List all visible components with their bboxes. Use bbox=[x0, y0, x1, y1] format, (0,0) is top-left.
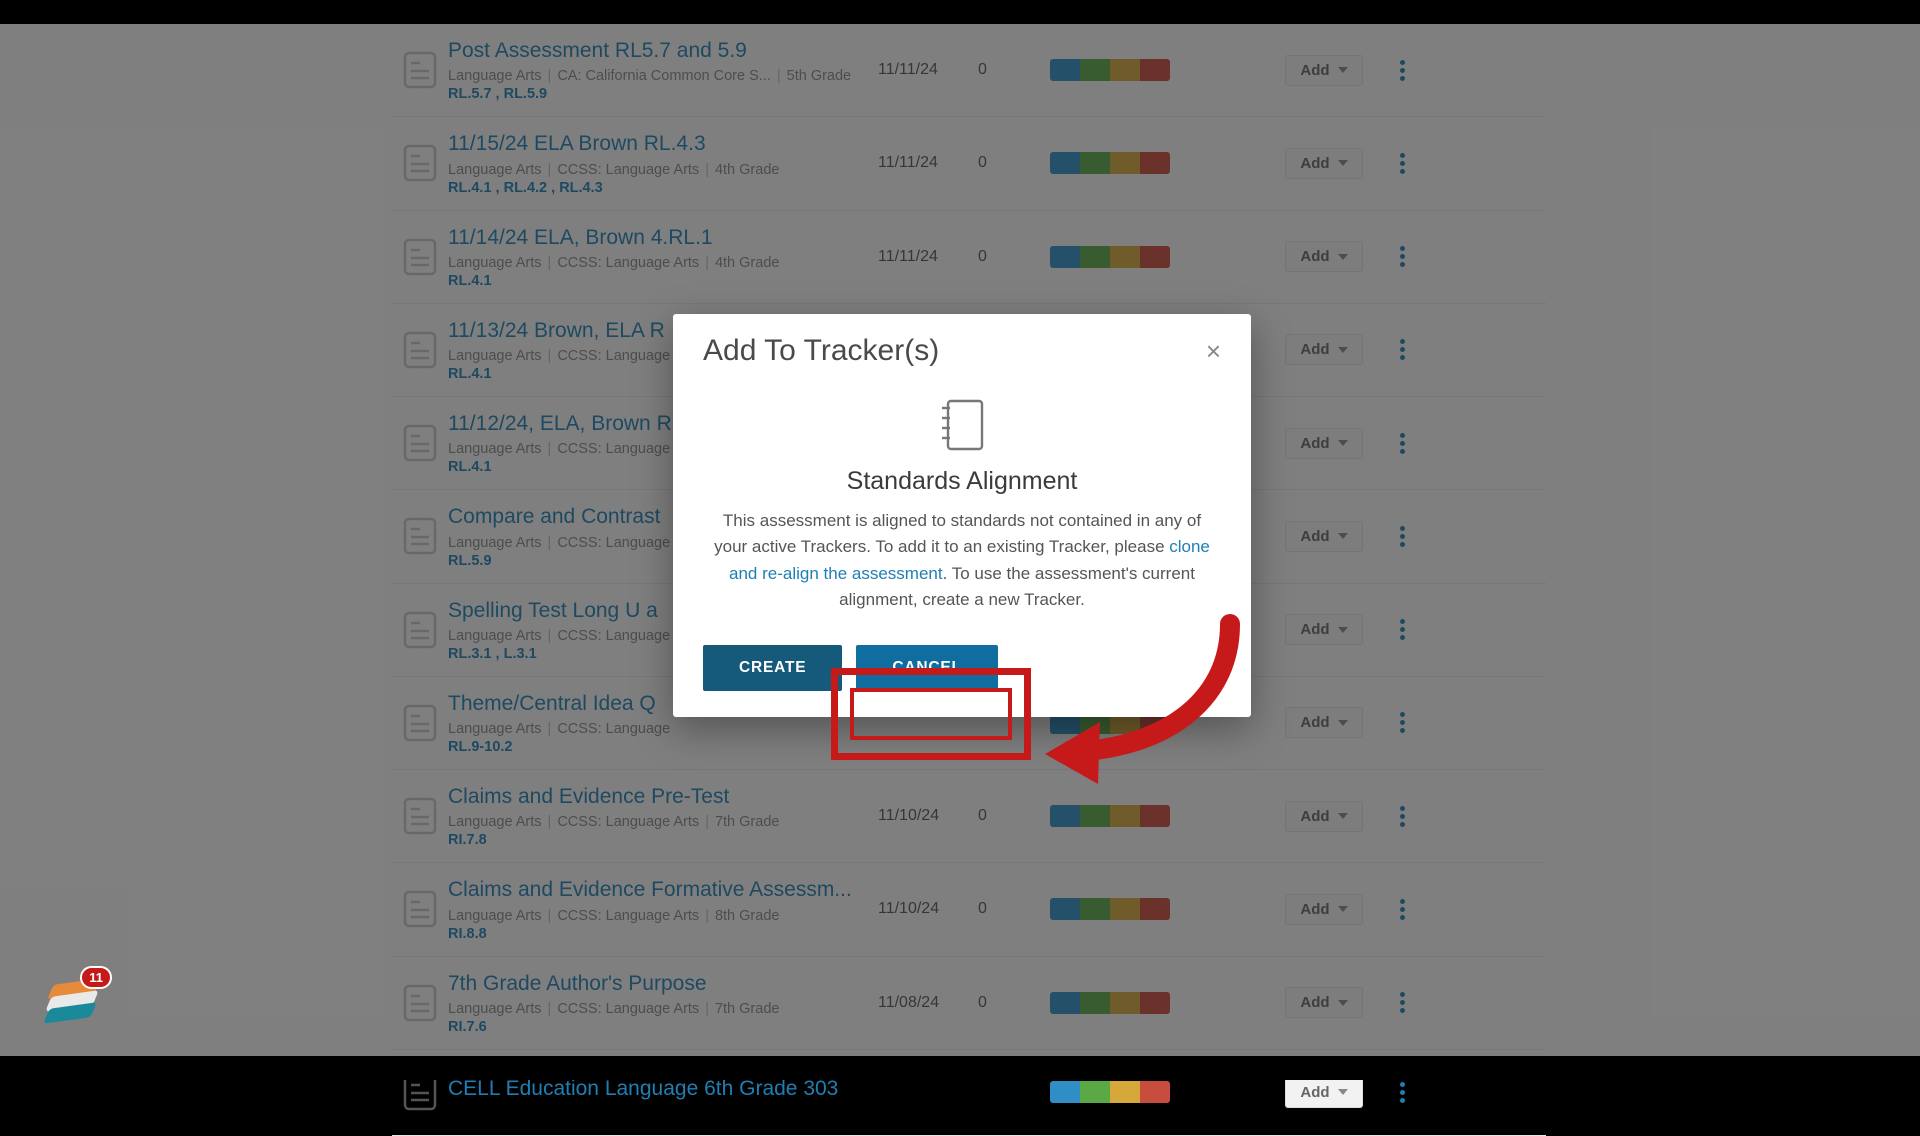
close-icon[interactable]: × bbox=[1206, 338, 1221, 364]
notification-badge: 11 bbox=[80, 966, 112, 989]
cancel-button[interactable]: CANCEL bbox=[856, 645, 997, 691]
add-button[interactable]: Add bbox=[1285, 1077, 1362, 1108]
modal-text-before: This assessment is aligned to standards … bbox=[714, 511, 1201, 556]
modal-description: This assessment is aligned to standards … bbox=[709, 508, 1215, 613]
notification-widget[interactable]: 11 bbox=[42, 970, 108, 1036]
notebook-icon bbox=[709, 398, 1215, 457]
chevron-down-icon bbox=[1338, 1089, 1348, 1095]
more-menu-button[interactable] bbox=[1378, 1082, 1426, 1103]
create-button[interactable]: CREATE bbox=[703, 645, 842, 691]
score-pills bbox=[1050, 1081, 1270, 1103]
modal-heading: Standards Alignment bbox=[709, 467, 1215, 496]
modal-title: Add To Tracker(s) bbox=[703, 334, 939, 368]
add-to-tracker-modal: Add To Tracker(s) × Standards Alignment … bbox=[673, 314, 1251, 717]
assessment-title[interactable]: CELL Education Language 6th Grade 303 bbox=[448, 1076, 862, 1102]
